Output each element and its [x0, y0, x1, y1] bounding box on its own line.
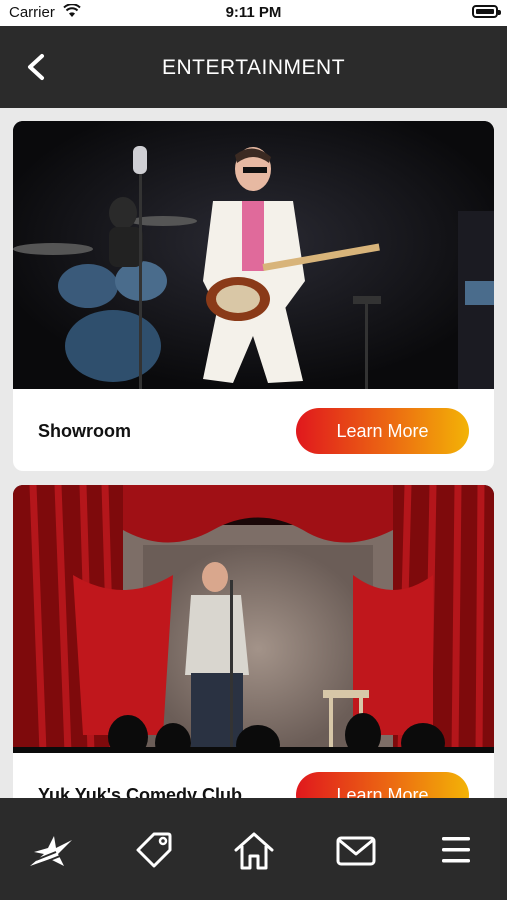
tag-icon: [136, 832, 172, 868]
learn-more-button[interactable]: Learn More: [296, 408, 469, 454]
venue-name: Yuk Yuk's Comedy Club: [38, 785, 243, 798]
tab-menu[interactable]: [432, 826, 480, 874]
tab-offers[interactable]: [130, 826, 178, 874]
tab-messages[interactable]: [332, 826, 380, 874]
venue-card[interactable]: Showroom Learn More: [13, 121, 494, 471]
comedy-club-photo: [13, 485, 494, 753]
mail-icon: [336, 836, 376, 866]
venue-card[interactable]: Yuk Yuk's Comedy Club Learn More: [13, 485, 494, 798]
venue-name: Showroom: [38, 421, 131, 441]
tab-home[interactable]: [230, 826, 278, 874]
page-title: ENTERTAINMENT: [161, 56, 346, 79]
menu-icon: [442, 837, 470, 863]
clock: 9:11 PM: [225, 4, 282, 21]
tab-bar: [0, 798, 507, 900]
star-logo-icon: [30, 836, 72, 866]
status-bar: Carrier 9:11 PM: [0, 0, 507, 26]
battery-icon: [472, 5, 501, 18]
app-header: ENTERTAINMENT: [0, 26, 507, 108]
showroom-photo: [13, 121, 494, 389]
tab-brand[interactable]: [26, 826, 74, 874]
home-icon: [234, 832, 274, 870]
learn-more-button[interactable]: Learn More: [296, 772, 469, 798]
venue-list[interactable]: Showroom Learn More Yuk Yuk's Comedy Clu…: [0, 108, 507, 798]
